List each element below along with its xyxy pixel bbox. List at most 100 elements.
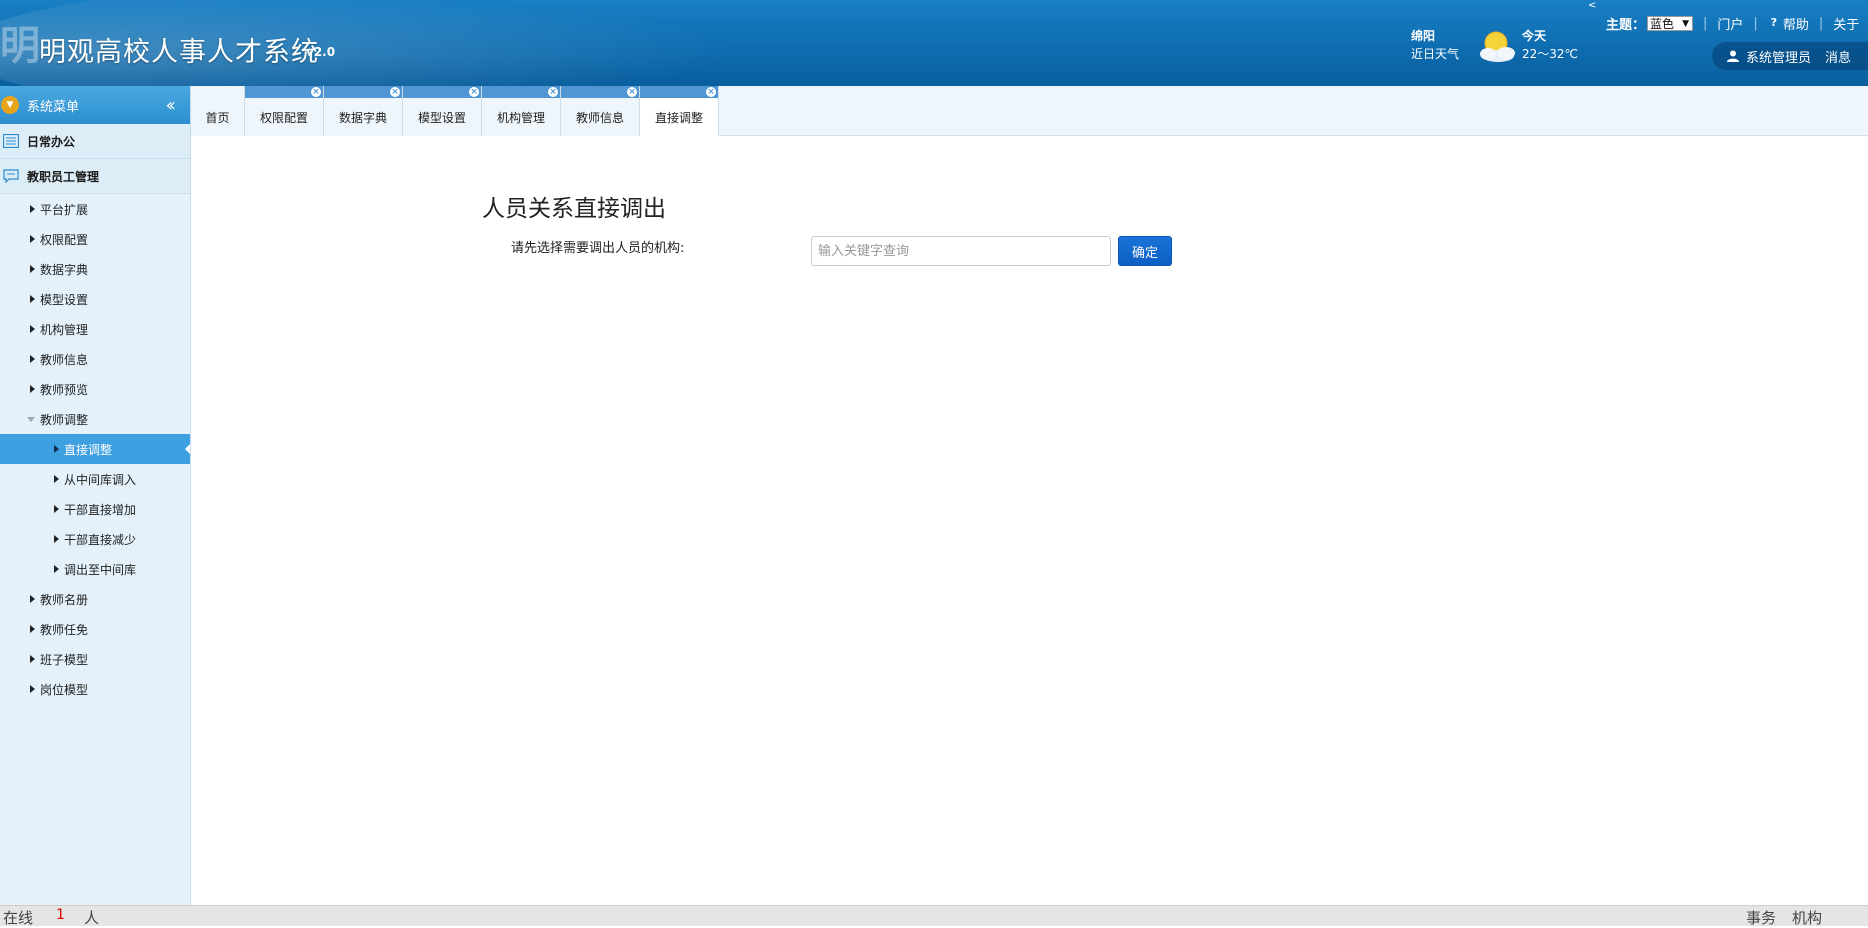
- caret-right-icon: [30, 685, 35, 693]
- tab-label: 直接调整: [654, 111, 703, 125]
- caret-right-icon: [30, 325, 35, 333]
- weather-city: 绵阳: [1411, 29, 1436, 43]
- sidebar-item-label: 数据字典: [40, 262, 89, 277]
- sidebar-item-label: 直接调整: [64, 442, 113, 457]
- sun-cloud-icon: [1480, 31, 1515, 62]
- tab-org-management[interactable]: × 机构管理: [482, 86, 561, 136]
- theme-label: 主题：: [1606, 17, 1646, 33]
- close-icon[interactable]: ×: [310, 86, 322, 98]
- portal-link[interactable]: 门户: [1717, 14, 1743, 33]
- sidebar-subitem-transfer-in[interactable]: 从中间库调入: [0, 464, 190, 494]
- list-icon: [3, 134, 19, 148]
- caret-right-icon: [54, 565, 59, 573]
- sidebar-group-daily-office[interactable]: 日常办公: [0, 124, 190, 159]
- sidebar-group-label: 教职员工管理: [27, 169, 100, 184]
- sidebar-item-teacher-roster[interactable]: 教师名册: [0, 584, 190, 614]
- sidebar-item-label: 机构管理: [40, 322, 89, 337]
- weather-today: 今天: [1522, 29, 1547, 43]
- sidebar-menu: 平台扩展 权限配置 数据字典 模型设置 机构管理 教师信息 教师预览 教师调整 …: [0, 194, 190, 704]
- sidebar-item-position-model[interactable]: 岗位模型: [0, 674, 190, 704]
- sidebar-item-label: 岗位模型: [40, 682, 89, 697]
- app-version: v2.0: [306, 45, 336, 59]
- user-name[interactable]: 系统管理员: [1746, 47, 1811, 66]
- tab-label: 首页: [205, 111, 230, 125]
- caret-right-icon: [30, 355, 35, 363]
- help-link[interactable]: 帮助: [1783, 14, 1809, 33]
- status-bar: 在线 1 人 事务 机构: [0, 905, 1868, 928]
- chat-icon: [3, 169, 19, 183]
- app-header: 明 明观高校人事人才系统 v2.0 绵阳 近日天气 今天 22～32℃ < 主题…: [0, 0, 1868, 86]
- tab-permission-config[interactable]: × 权限配置: [245, 86, 324, 136]
- sidebar-item-teacher-adjustment[interactable]: 教师调整: [0, 404, 190, 434]
- caret-right-icon: [54, 475, 59, 483]
- sidebar-item-teacher-appointment[interactable]: 教师任免: [0, 614, 190, 644]
- tab-model-settings[interactable]: × 模型设置: [403, 86, 482, 136]
- sidebar-item-data-dictionary[interactable]: 数据字典: [0, 254, 190, 284]
- caret-right-icon: [30, 595, 35, 603]
- sidebar-item-label: 教师名册: [40, 592, 89, 607]
- close-icon[interactable]: ×: [626, 86, 638, 98]
- sidebar-item-teacher-info[interactable]: 教师信息: [0, 344, 190, 374]
- confirm-button[interactable]: 确定: [1118, 236, 1172, 266]
- tab-label: 机构管理: [496, 111, 545, 125]
- close-icon[interactable]: ×: [389, 86, 401, 98]
- sidebar-header: ▼ 系统菜单 ‹‹: [0, 86, 190, 124]
- logo-mark: 明: [0, 22, 40, 69]
- close-icon[interactable]: ×: [468, 86, 480, 98]
- caret-right-icon: [30, 655, 35, 663]
- sidebar-item-label: 平台扩展: [40, 202, 89, 217]
- sidebar-group-staff-management[interactable]: 教职员工管理: [0, 159, 190, 194]
- online-count: 1: [56, 907, 65, 923]
- org-link[interactable]: 机构: [1792, 907, 1822, 928]
- sidebar-item-label: 调出至中间库: [64, 562, 137, 577]
- sidebar-item-permission-config[interactable]: 权限配置: [0, 224, 190, 254]
- messages-link[interactable]: 消息: [1825, 47, 1851, 66]
- caret-right-icon: [54, 535, 59, 543]
- tab-home[interactable]: 首页: [191, 86, 245, 136]
- divider: |: [1818, 15, 1824, 31]
- sidebar-item-label: 教师调整: [40, 412, 89, 427]
- chevron-down-icon: ▼: [1682, 18, 1690, 29]
- about-link[interactable]: 关于: [1833, 14, 1859, 33]
- affairs-link[interactable]: 事务: [1746, 907, 1776, 928]
- sidebar-item-label: 干部直接增加: [64, 502, 137, 517]
- tab-teacher-info[interactable]: × 教师信息: [561, 86, 640, 136]
- divider: |: [1753, 15, 1758, 31]
- tab-label: 数据字典: [338, 111, 387, 125]
- user-menu[interactable]: 系统管理员 消息: [1712, 42, 1868, 70]
- tab-direct-adjustment[interactable]: × 直接调整: [640, 86, 719, 136]
- org-search-input[interactable]: [811, 236, 1111, 266]
- caret-right-icon: [54, 505, 59, 513]
- sidebar-item-label: 教师任免: [40, 622, 89, 637]
- app-title: 明观高校人事人才系统: [39, 37, 319, 68]
- sidebar-item-team-model[interactable]: 班子模型: [0, 644, 190, 674]
- sidebar-item-label: 班子模型: [40, 652, 89, 667]
- sidebar-subitem-cadre-add[interactable]: 干部直接增加: [0, 494, 190, 524]
- tab-bar: 首页 × 权限配置 × 数据字典 × 模型设置 × 机构管理 × 教师信息 × …: [191, 86, 1868, 136]
- org-select-label: 请先选择需要调出人员的机构:: [511, 241, 685, 256]
- sidebar: ▼ 系统菜单 ‹‹ 日常办公 教职员工管理 平台扩展 权限配置 数据字典 模型设…: [0, 86, 191, 905]
- close-icon[interactable]: ×: [547, 86, 559, 98]
- theme-select[interactable]: 蓝色 ▼: [1647, 15, 1694, 31]
- double-chevron-left-icon[interactable]: ‹‹: [166, 95, 177, 116]
- sidebar-item-platform-extension[interactable]: 平台扩展: [0, 194, 190, 224]
- top-links: 主题： 蓝色▼ | 门户 | ?帮助 | 关于 | 退: [1606, 14, 1868, 33]
- close-icon[interactable]: ×: [705, 86, 717, 98]
- sidebar-subitem-cadre-reduce[interactable]: 干部直接减少: [0, 524, 190, 554]
- theme-value: 蓝色: [1650, 16, 1675, 31]
- divider: |: [1703, 15, 1708, 31]
- tab-label: 权限配置: [259, 111, 308, 125]
- tab-data-dictionary[interactable]: × 数据字典: [324, 86, 403, 136]
- help-icon[interactable]: ?: [1768, 17, 1780, 29]
- caret-right-icon: [30, 385, 35, 393]
- sidebar-item-label: 干部直接减少: [64, 532, 137, 547]
- weather-temp: 22～32℃: [1522, 47, 1579, 61]
- sidebar-item-org-management[interactable]: 机构管理: [0, 314, 190, 344]
- sidebar-subitem-direct-adjustment[interactable]: 直接调整: [0, 434, 190, 464]
- sidebar-item-teacher-preview[interactable]: 教师预览: [0, 374, 190, 404]
- sidebar-item-model-settings[interactable]: 模型设置: [0, 284, 190, 314]
- caret-icon[interactable]: <: [1588, 0, 1596, 11]
- caret-right-icon: [30, 235, 35, 243]
- sidebar-subitem-transfer-out[interactable]: 调出至中间库: [0, 554, 190, 584]
- menu-toggle-icon[interactable]: ▼: [1, 96, 19, 114]
